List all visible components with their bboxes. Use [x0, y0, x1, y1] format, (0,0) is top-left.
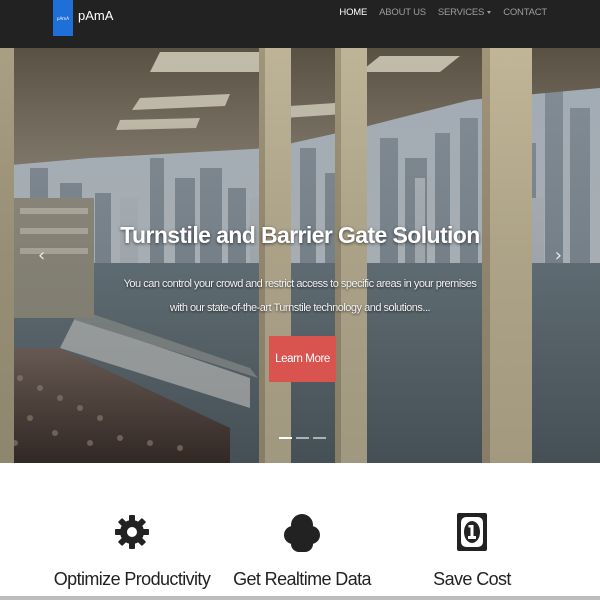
feature-title: Get Realtime Data	[233, 569, 371, 589]
nav-services[interactable]: SERVICES	[437, 7, 492, 18]
nav-services-label: SERVICES	[437, 7, 485, 18]
brand-logo[interactable]: pAmA	[53, 0, 73, 36]
carousel-indicator-1[interactable]	[279, 437, 292, 439]
money-bill-icon	[457, 513, 487, 551]
feature-title: Optimize Productivity	[53, 569, 211, 589]
carousel-indicators	[279, 437, 326, 439]
nav-links: HOME ABOUT US SERVICES CONTACT	[339, 7, 547, 18]
learn-more-button[interactable]: Learn More	[269, 336, 336, 382]
hero-background-image	[0, 48, 600, 463]
nav-home[interactable]: HOME	[339, 7, 367, 18]
nav-contact[interactable]: CONTACT	[503, 7, 547, 18]
hero-carousel: Turnstile and Barrier Gate Solution You …	[0, 48, 600, 463]
cloud-icon	[284, 514, 320, 552]
feature-title: Save Cost	[433, 569, 511, 589]
carousel-indicator-2[interactable]	[296, 437, 309, 439]
gear-icon	[115, 515, 149, 549]
scrollbar-horizontal[interactable]	[0, 596, 600, 600]
carousel-next-arrow-icon[interactable]: ›	[555, 245, 562, 266]
hero-description: You can control your crowd and restrict …	[123, 278, 477, 314]
carousel-indicator-3[interactable]	[313, 437, 326, 439]
carousel-prev-arrow-icon[interactable]: ‹	[38, 245, 45, 266]
navbar: pAmA pAmA HOME ABOUT US SERVICES CONTACT	[0, 0, 600, 48]
brand-name[interactable]: pAmA	[78, 8, 113, 23]
caret-down-icon	[487, 11, 492, 14]
features-section: Optimize Productivity Get Realtime Data …	[0, 463, 600, 600]
hero-title: Turnstile and Barrier Gate Solution	[120, 222, 480, 248]
nav-about-us[interactable]: ABOUT US	[379, 7, 426, 18]
